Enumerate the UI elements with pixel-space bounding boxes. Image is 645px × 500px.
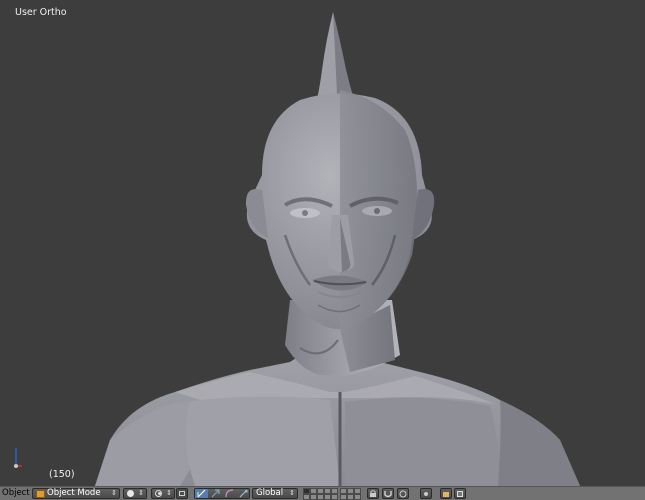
layer-17-button[interactable] [347,494,354,500]
layer-buttons [303,488,361,500]
origins-icon [179,491,185,496]
viewport-shading-dropdown[interactable]: ⇕ [123,488,147,499]
render-opengl-button[interactable] [440,488,452,499]
manipulate-origins-toggle[interactable] [176,488,188,499]
dropdown-arrows-icon: ⇕ [289,489,295,497]
pivot-point-dropdown[interactable]: ⇕ [151,488,175,499]
mode-dropdown-label: Object Mode [47,488,101,498]
scale-manipulator-button[interactable] [237,489,250,498]
transform-manipulators [194,488,250,499]
mode-dropdown[interactable]: Object Mode ⇕ [32,488,120,499]
3d-viewport[interactable]: User Ortho (150) [0,0,645,486]
manipulator-toggle-button[interactable] [195,489,208,498]
dropdown-arrows-icon: ⇕ [138,489,144,497]
snap-target-icon [424,492,428,496]
layer-14-button[interactable] [324,494,331,500]
blender-window: User Ortho (150) Object Object Mode ⇕ ⇕ … [0,0,645,500]
lock-icon [370,490,376,497]
transform-orientation-dropdown[interactable]: Global ⇕ [252,488,298,499]
rotate-arc-icon [225,489,234,498]
snap-toggle-button[interactable] [382,488,394,499]
solid-sphere-icon [127,490,134,497]
axis-gizmo-icon [14,448,22,468]
pivot-center-dot [158,492,161,495]
scale-icon [239,490,248,498]
object-menu[interactable]: Object [0,487,30,500]
layer-13-button[interactable] [317,494,324,500]
rotate-manipulator-button[interactable] [223,489,236,498]
dropdown-arrows-icon: ⇕ [111,489,117,497]
layer-12-button[interactable] [310,494,317,500]
render-animation-button[interactable] [454,488,466,499]
translate-manipulator-button[interactable] [209,489,222,498]
camera-icon [443,492,449,497]
3d-view-header: Object Object Mode ⇕ ⇕ ⇕ Global ⇕ [0,486,645,500]
object-frame-label: (150) [49,469,75,480]
proportional-edit-button[interactable] [397,488,409,499]
manipulator-icon [197,489,206,498]
dropdown-arrows-icon: ⇕ [166,489,172,497]
layer-15-button[interactable] [331,494,338,500]
layer-16-button[interactable] [340,494,347,500]
layer-11-button[interactable] [303,494,310,500]
proportional-circle-icon [399,490,407,498]
lock-camera-button[interactable] [367,488,379,499]
film-icon [457,491,463,497]
magnet-icon [384,491,392,498]
view-name-label: User Ortho [15,7,67,18]
snap-element-dropdown[interactable] [420,488,432,499]
layer-18-button[interactable] [354,494,361,500]
object-cube-icon [36,490,45,498]
orientation-label: Global [256,488,284,498]
sculpted-head-model [95,12,580,486]
translate-arrow-icon [211,489,220,498]
